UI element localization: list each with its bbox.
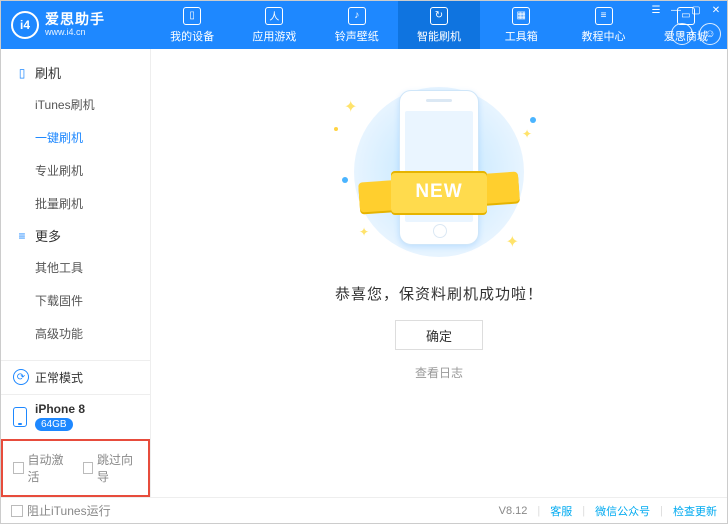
sparkle-icon: ✦ (506, 232, 519, 252)
minimize-icon[interactable]: — (669, 3, 683, 17)
main-content: ✦ ✦ ✦ ✦ NEW 恭喜您，保资料刷机成功啦！ 确定 查看日志 (151, 49, 727, 497)
device-mode[interactable]: ⟳正常模式 (1, 361, 150, 395)
sidebar-item-other-tools[interactable]: 其他工具 (1, 251, 150, 284)
phone-illustration (399, 90, 479, 245)
app-logo: i4 爱思助手 www.i4.cn (1, 11, 151, 39)
checkbox-icon (11, 505, 23, 517)
tab-tutorials[interactable]: ≡教程中心 (562, 1, 644, 49)
status-bar: 阻止iTunes运行 V8.12 | 客服 | 微信公众号 | 检查更新 (1, 497, 727, 523)
device-name: iPhone 8 (35, 403, 85, 416)
header-tabs: ▯我的设备 人应用游戏 ♪铃声壁纸 ↻智能刷机 ▦工具箱 ≡教程中心 ▭爱思商城 (151, 1, 727, 49)
checkbox-skip-guide[interactable]: 跳过向导 (83, 451, 139, 485)
phone-icon: ▯ (15, 66, 29, 80)
logo-icon: i4 (11, 11, 39, 39)
support-link[interactable]: 客服 (550, 503, 572, 519)
sidebar-item-one-click-flash[interactable]: 一键刷机 (1, 121, 150, 154)
checkbox-icon (13, 462, 24, 474)
wechat-link[interactable]: 微信公众号 (595, 503, 650, 519)
checkbox-group-highlighted: 自动激活 跳过向导 (1, 439, 150, 497)
success-message: 恭喜您，保资料刷机成功啦！ (335, 283, 543, 304)
apps-icon: 人 (265, 7, 283, 25)
tab-ringtones[interactable]: ♪铃声壁纸 (316, 1, 398, 49)
tutorial-icon: ≡ (595, 7, 613, 25)
sidebar-item-pro-flash[interactable]: 专业刷机 (1, 154, 150, 187)
user-button[interactable]: ☺ (699, 23, 721, 45)
version-label: V8.12 (499, 505, 528, 517)
sparkle-icon: ✦ (344, 97, 357, 117)
more-icon: ≡ (15, 229, 29, 243)
ok-button[interactable]: 确定 (395, 320, 483, 350)
maximize-icon[interactable]: ▢ (689, 3, 703, 17)
tab-smart-flash[interactable]: ↻智能刷机 (398, 1, 480, 49)
tab-toolbox[interactable]: ▦工具箱 (480, 1, 562, 49)
app-name: 爱思助手 (45, 12, 105, 27)
sparkle-icon: ✦ (359, 225, 369, 239)
window-controls: ☰ — ▢ ✕ (649, 3, 723, 17)
sidebar-item-advanced[interactable]: 高级功能 (1, 317, 150, 350)
close-icon[interactable]: ✕ (709, 3, 723, 17)
checkbox-block-itunes[interactable]: 阻止iTunes运行 (11, 502, 111, 519)
toolbox-icon: ▦ (512, 7, 530, 25)
flash-icon: ↻ (430, 7, 448, 25)
device-storage-badge: 64GB (35, 418, 73, 431)
sidebar-item-itunes-flash[interactable]: iTunes刷机 (1, 88, 150, 121)
sync-icon: ⟳ (13, 369, 29, 385)
sidebar-section-flash[interactable]: ▯刷机 (1, 57, 150, 88)
sidebar: ▯刷机 iTunes刷机 一键刷机 专业刷机 批量刷机 ≡更多 其他工具 下载固… (1, 49, 151, 497)
sidebar-item-batch-flash[interactable]: 批量刷机 (1, 187, 150, 220)
app-site: www.i4.cn (45, 28, 105, 38)
check-update-link[interactable]: 检查更新 (673, 503, 717, 519)
ringtone-icon: ♪ (348, 7, 366, 25)
download-button[interactable]: ↓ (671, 23, 693, 45)
menu-icon[interactable]: ☰ (649, 3, 663, 17)
checkbox-icon (83, 462, 94, 474)
sidebar-section-more[interactable]: ≡更多 (1, 220, 150, 251)
new-ribbon: NEW (359, 169, 519, 215)
tab-my-device[interactable]: ▯我的设备 (151, 1, 233, 49)
device-icon: ▯ (183, 7, 201, 25)
sparkle-icon: ✦ (522, 127, 532, 141)
device-icon (13, 407, 27, 427)
app-header: i4 爱思助手 www.i4.cn ▯我的设备 人应用游戏 ♪铃声壁纸 ↻智能刷… (1, 1, 727, 49)
connected-device[interactable]: iPhone 8 64GB (1, 395, 150, 439)
sidebar-item-download-firmware[interactable]: 下载固件 (1, 284, 150, 317)
checkbox-auto-activate[interactable]: 自动激活 (13, 451, 69, 485)
tab-apps-games[interactable]: 人应用游戏 (233, 1, 315, 49)
view-log-link[interactable]: 查看日志 (415, 364, 463, 381)
success-illustration: ✦ ✦ ✦ ✦ NEW (324, 77, 554, 267)
